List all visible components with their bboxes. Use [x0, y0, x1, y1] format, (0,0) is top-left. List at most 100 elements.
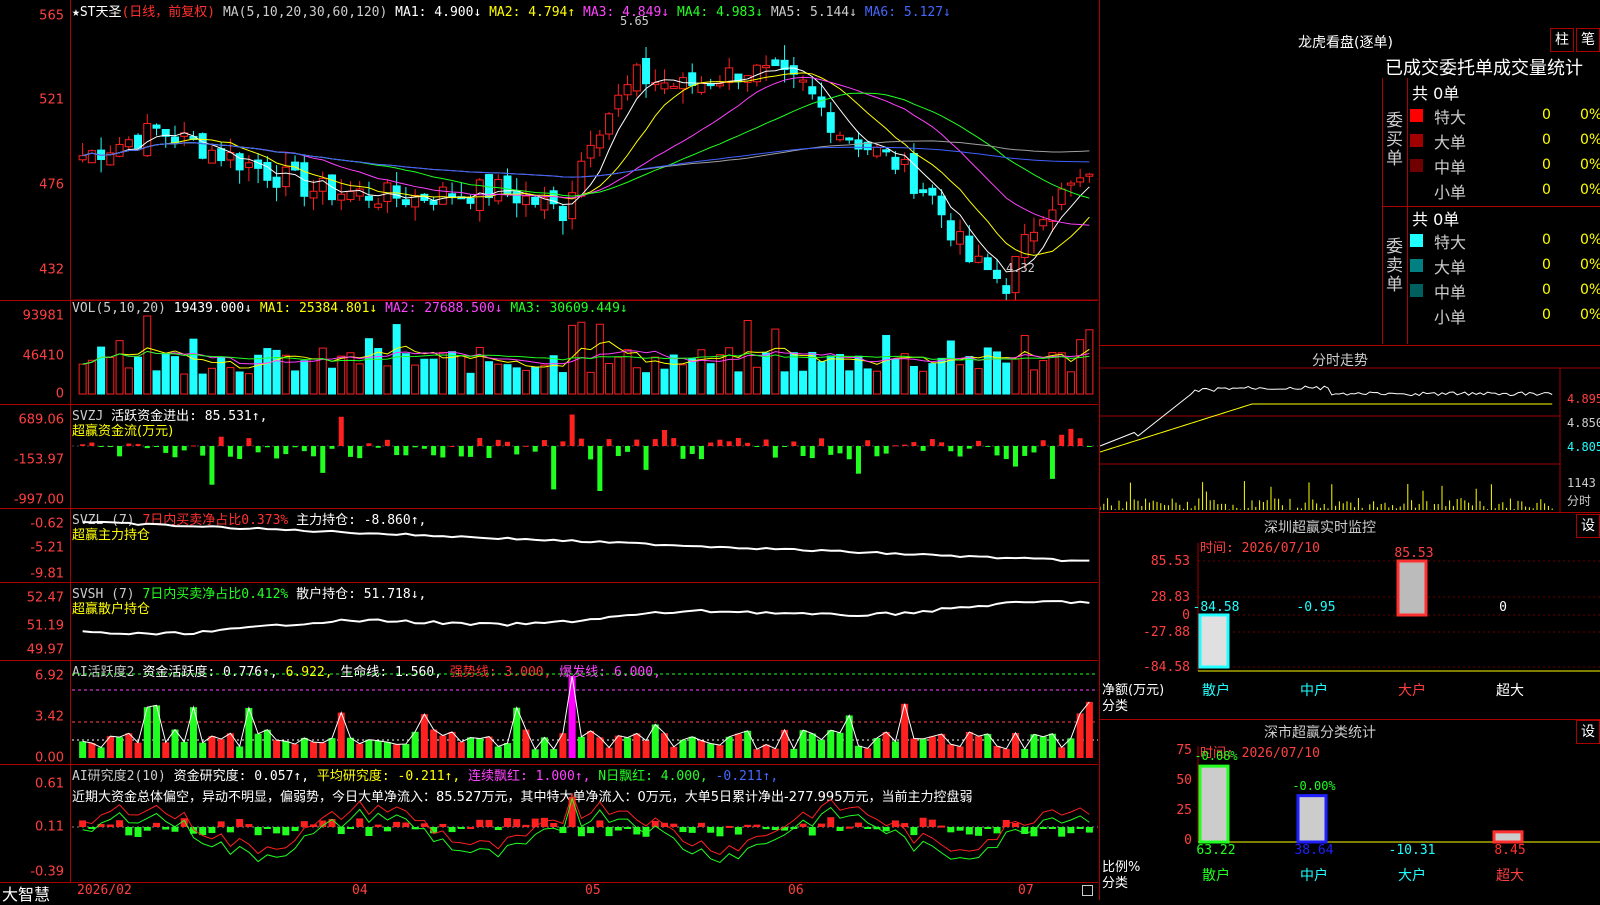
- volume-bar: [845, 370, 854, 395]
- volume-bar: [780, 371, 789, 395]
- sz-monitor-ytick: 85.53: [1151, 554, 1190, 569]
- activity-bar: [956, 746, 964, 758]
- activity-bar: [938, 734, 946, 758]
- research-bar: [864, 827, 872, 829]
- flow-bar: [763, 439, 769, 446]
- flow-bar: [440, 446, 446, 458]
- svsh-chart[interactable]: [0, 582, 1098, 660]
- row-count: 0: [1542, 182, 1551, 198]
- candle: [263, 161, 272, 181]
- research-bar: [282, 827, 290, 836]
- research-bar: [522, 824, 530, 827]
- svzj-panel[interactable]: 689.06 -153.97 -997.00 SVZJ 活跃资金进出: 85.5…: [0, 404, 1098, 509]
- flow-bar: [892, 445, 898, 447]
- volume-bar: [235, 371, 244, 395]
- sz-class-panel[interactable]: 深市超赢分类统计 设 时间: 2026/07/10 75 50 25 0 -0.08% -…: [1099, 720, 1600, 900]
- svzl-panel[interactable]: -0.62 -5.21 -9.81 SVZL (7) 7日内买卖净占比0.373…: [0, 508, 1098, 583]
- candle: [494, 179, 503, 202]
- activity-bar: [1002, 748, 1010, 758]
- candle: [900, 158, 909, 165]
- candle: [632, 64, 641, 92]
- intraday-chart[interactable]: [1100, 346, 1600, 512]
- volume-bar: [771, 328, 780, 395]
- activity-bar: [291, 744, 299, 758]
- x-label: 2026/02: [77, 883, 132, 898]
- sell-orders-label: 委卖单: [1386, 237, 1403, 295]
- row-name: 中单: [1434, 158, 1467, 177]
- research-bar: [79, 820, 87, 827]
- research-bar: [143, 827, 151, 831]
- research-bar: [1058, 827, 1066, 837]
- research-bar: [476, 819, 484, 827]
- candle: [928, 187, 937, 196]
- class-category: 大户: [1398, 867, 1426, 884]
- candle: [974, 255, 983, 263]
- flow-bar: [994, 446, 1000, 456]
- sz-monitor-category: 散户: [1202, 682, 1230, 699]
- volume-panel[interactable]: 93981 46410 0 VOL(5,10,20) 19439.000↓ MA…: [0, 300, 1098, 405]
- row-name: 小单: [1434, 183, 1467, 202]
- research-bar: [485, 819, 493, 827]
- volume-bar: [946, 340, 955, 395]
- flow-bar: [671, 438, 677, 446]
- flow-bar: [468, 446, 474, 457]
- bar-mode-button[interactable]: 柱: [1550, 28, 1574, 52]
- intraday-panel[interactable]: 分时走势 4.895 4.850 4.805 1143 分时: [1099, 346, 1600, 513]
- activity-bar: [134, 742, 142, 758]
- sz-monitor-chart[interactable]: 85.5328.830-27.88-84.58-84.58散户-0.95中户85…: [1100, 513, 1600, 719]
- volume-bar: [688, 358, 697, 395]
- svzl-chart[interactable]: [0, 508, 1098, 582]
- volume-bar: [863, 368, 872, 395]
- candle: [669, 85, 678, 89]
- research-bar: [679, 827, 687, 833]
- volume-bar: [346, 352, 355, 395]
- volume-bar: [124, 367, 133, 395]
- flow-bar: [625, 446, 631, 452]
- activity-bar: [79, 741, 87, 758]
- volume-bar: [161, 353, 170, 395]
- svzj-chart[interactable]: [0, 404, 1098, 508]
- ai-activity-chart[interactable]: [0, 660, 1098, 764]
- price-panel[interactable]: 565 521 476 432 ★ST天圣(日线，前复权) MA(5,10,20…: [0, 0, 1098, 301]
- sell-row-s: 小单 0 0%: [1410, 304, 1600, 328]
- candle: [762, 65, 771, 69]
- candle: [466, 197, 475, 204]
- svsh-panel[interactable]: 52.47 51.19 49.97 SVSH (7) 7日内买卖净占比0.412…: [0, 582, 1098, 661]
- ai-research-chart[interactable]: [0, 764, 1098, 882]
- sz-monitor-panel[interactable]: 深圳超赢实时监控 设 时间: 2026/07/10 85.53 28.83 0 -27…: [1099, 513, 1600, 720]
- flow-bar: [107, 446, 113, 447]
- candlestick-chart[interactable]: [0, 0, 1098, 300]
- research-bar: [1048, 827, 1056, 829]
- activity-bar: [771, 748, 779, 758]
- candle: [512, 191, 521, 204]
- volume-chart[interactable]: [0, 300, 1098, 404]
- flow-bar: [1003, 446, 1009, 460]
- volume-bar: [854, 355, 863, 395]
- research-bar: [125, 827, 133, 836]
- volume-bar: [420, 358, 429, 395]
- activity-bar: [208, 736, 216, 758]
- sz-class-ytick: 75: [1176, 743, 1192, 758]
- ai-research-panel[interactable]: 0.61 0.11 -0.39 AI研究度2(10) 资金研究度: 0.057↑…: [0, 764, 1098, 882]
- tick-mode-button[interactable]: 笔: [1576, 28, 1600, 52]
- ai-activity-panel[interactable]: 6.92 3.42 0.00 AI活跃度2 资金活跃度: 0.776↑, 6.9…: [0, 660, 1098, 766]
- activity-bar: [716, 745, 724, 758]
- flow-bar: [874, 446, 880, 457]
- sell-total: 共 0单: [1412, 210, 1460, 229]
- lock-icon[interactable]: [1082, 885, 1093, 896]
- candle: [1002, 285, 1011, 294]
- candle: [558, 205, 567, 222]
- volume-bar: [632, 367, 641, 395]
- class-category: 中户: [1300, 867, 1328, 884]
- activity-bar: [808, 733, 816, 758]
- activity-bar: [402, 744, 410, 758]
- volume-bar: [919, 370, 928, 395]
- sz-class-chart[interactable]: 75 50 25 0 -0.08% -0.00% 63.22 散户 38.64 中户 -10.31 大…: [1100, 720, 1600, 900]
- research-bar: [208, 827, 216, 834]
- flow-bar: [329, 446, 335, 449]
- sz-monitor-value: -84.58: [1193, 600, 1240, 615]
- sz-monitor-category: 大户: [1398, 682, 1426, 699]
- sz-monitor-value: 85.53: [1394, 546, 1433, 561]
- research-bar: [439, 823, 447, 827]
- class-bar: [1296, 794, 1328, 844]
